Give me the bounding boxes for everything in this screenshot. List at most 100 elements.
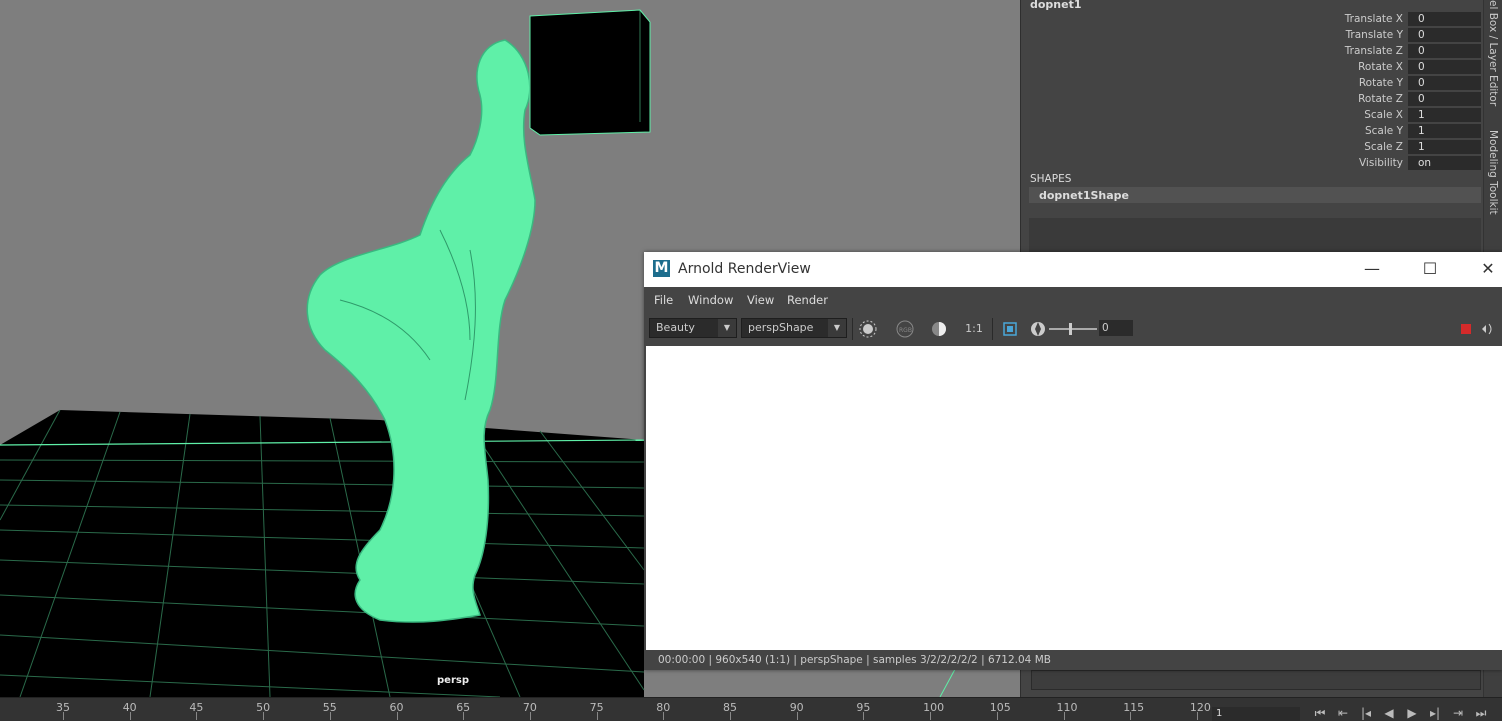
timeline-tick-mark — [463, 712, 465, 720]
stop-render-icon[interactable] — [1458, 320, 1476, 338]
exposure-value-field[interactable]: 0 — [1099, 320, 1133, 336]
attribute-label[interactable]: Scale X — [1364, 109, 1403, 121]
go-to-end-icon[interactable]: ⏭ — [1472, 706, 1490, 720]
timeline-tick-mark — [1196, 712, 1198, 720]
menu-file[interactable]: File — [654, 293, 673, 307]
menu-view[interactable]: View — [747, 293, 774, 307]
time-slider[interactable]: 35 40 45 50 55 60 65 70 75 80 85 90 95 100 105 110 115 12… — [0, 697, 1502, 721]
attribute-label[interactable]: Visibility — [1359, 157, 1403, 169]
attribute-row[interactable]: Rotate Y 0 — [1021, 76, 1483, 92]
attribute-label[interactable]: Rotate X — [1358, 61, 1403, 73]
attribute-value-field[interactable]: on — [1408, 156, 1481, 170]
toolbar-separator — [852, 318, 853, 340]
menu-render[interactable]: Render — [787, 293, 828, 307]
attribute-value-field[interactable]: 0 — [1408, 92, 1481, 106]
rgb-channels-icon[interactable]: RGB — [896, 320, 914, 338]
play-forward-icon[interactable]: ▶ — [1403, 706, 1421, 720]
attribute-value-field[interactable]: 0 — [1408, 12, 1481, 26]
camera-select[interactable]: perspShape ▼ — [741, 318, 847, 338]
attribute-row[interactable]: Rotate Z 0 — [1021, 92, 1483, 108]
window-title: Arnold RenderView — [678, 261, 811, 277]
timeline-tick-label: 110 — [1056, 701, 1078, 714]
timeline-tick-mark — [596, 712, 598, 720]
attribute-value-field[interactable]: 0 — [1408, 44, 1481, 58]
attribute-row[interactable]: Translate Z 0 — [1021, 44, 1483, 60]
attribute-label[interactable]: Rotate Y — [1359, 77, 1403, 89]
attribute-label[interactable]: Translate Z — [1345, 45, 1403, 57]
timeline-tick-label: 100 — [923, 701, 945, 714]
display-settings-icon[interactable] — [930, 320, 948, 338]
timeline-tick-mark — [529, 712, 531, 720]
menu-bar: File Window View Render — [644, 287, 1502, 312]
camera-select-value: perspShape — [748, 321, 814, 334]
attribute-value-field[interactable]: 0 — [1408, 60, 1481, 74]
timeline-tick-mark — [863, 712, 865, 720]
step-forward-icon[interactable]: ⇥ — [1449, 706, 1467, 720]
go-to-start-icon[interactable]: ⏮ — [1311, 706, 1329, 720]
attribute-value-field[interactable]: 1 — [1408, 124, 1481, 138]
timeline-tick-label: 115 — [1123, 701, 1145, 714]
attribute-value-field[interactable]: 0 — [1408, 28, 1481, 42]
ipr-refresh-icon[interactable] — [1478, 320, 1496, 338]
attribute-label[interactable]: Scale Y — [1365, 125, 1403, 137]
timeline-tick-mark — [396, 712, 398, 720]
tab-channel-box-layer-editor[interactable]: el Box / Layer Editor — [1487, 0, 1499, 106]
toolbar-separator — [992, 318, 993, 340]
menu-window[interactable]: Window — [688, 293, 733, 307]
timeline-tick-mark — [263, 712, 265, 720]
attribute-row[interactable]: Translate Y 0 — [1021, 28, 1483, 44]
camera-label: persp — [437, 675, 469, 686]
attribute-row[interactable]: Translate X 0 — [1021, 12, 1483, 28]
render-status-text: 00:00:00 | 960x540 (1:1) | perspShape | … — [658, 654, 1051, 666]
render-region-icon[interactable] — [859, 320, 877, 338]
attribute-value-field[interactable]: 0 — [1408, 76, 1481, 90]
shape-row[interactable]: dopnet1Shape — [1029, 187, 1481, 203]
minimize-button[interactable]: — — [1361, 258, 1383, 280]
timeline-tick-label: 120 — [1189, 701, 1211, 714]
timeline-tick-mark — [996, 712, 998, 720]
maximize-button[interactable]: ☐ — [1419, 258, 1441, 280]
shape-name: dopnet1Shape — [1039, 189, 1130, 202]
timeline-tick-mark — [930, 712, 932, 720]
aov-select[interactable]: Beauty ▼ — [649, 318, 737, 338]
attribute-label[interactable]: Translate Y — [1346, 29, 1403, 41]
chevron-down-icon: ▼ — [828, 319, 846, 337]
tab-modeling-toolkit[interactable]: Modeling Toolkit — [1487, 130, 1499, 215]
render-canvas[interactable] — [646, 346, 1502, 650]
render-status-bar: 00:00:00 | 960x540 (1:1) | perspShape | … — [644, 652, 1502, 670]
render-toolbar: Beauty ▼ perspShape ▼ RGB 1:1 0 — [644, 312, 1502, 345]
timeline-tick-mark — [663, 712, 665, 720]
step-back-key-icon[interactable]: ⇤ — [1334, 706, 1352, 720]
next-key-icon[interactable]: ▸| — [1426, 706, 1444, 720]
zoom-ratio-button[interactable]: 1:1 — [963, 320, 985, 338]
layer-editor-bar[interactable] — [1031, 670, 1481, 690]
black-cube[interactable] — [529, 9, 651, 136]
exposure-icon[interactable] — [1029, 320, 1047, 338]
object-name[interactable]: dopnet1 — [1030, 0, 1082, 11]
close-button[interactable]: ✕ — [1477, 258, 1499, 280]
attribute-label[interactable]: Translate X — [1345, 13, 1403, 25]
timeline-tick-mark — [730, 712, 731, 720]
attribute-label[interactable]: Scale Z — [1364, 141, 1403, 153]
current-frame-field[interactable]: 1 — [1212, 707, 1300, 721]
timeline-tick-mark — [63, 712, 64, 720]
attribute-row[interactable]: Rotate X 0 — [1021, 60, 1483, 76]
timeline-tick-mark — [1063, 712, 1065, 720]
timeline-tick-mark — [796, 712, 798, 720]
play-backward-icon[interactable]: ◀ — [1380, 706, 1398, 720]
timeline-tick-label: 105 — [989, 701, 1011, 714]
attribute-value-field[interactable]: 1 — [1408, 108, 1481, 122]
attribute-row[interactable]: Visibility on — [1021, 156, 1483, 172]
svg-text:RGB: RGB — [899, 327, 912, 334]
window-titlebar[interactable]: M Arnold RenderView — ☐ ✕ — [644, 252, 1502, 287]
exposure-slider[interactable] — [1049, 320, 1097, 338]
attribute-row[interactable]: Scale X 1 — [1021, 108, 1483, 124]
attribute-row[interactable]: Scale Y 1 — [1021, 124, 1483, 140]
attribute-row[interactable]: Scale Z 1 — [1021, 140, 1483, 156]
aov-select-value: Beauty — [656, 321, 695, 334]
prev-key-icon[interactable]: |◂ — [1357, 706, 1375, 720]
crop-region-icon[interactable] — [1001, 320, 1019, 338]
attribute-label[interactable]: Rotate Z — [1358, 93, 1403, 105]
attribute-value-field[interactable]: 1 — [1408, 140, 1481, 154]
arnold-renderview-window[interactable]: M Arnold RenderView — ☐ ✕ File Window Vi… — [644, 252, 1502, 670]
